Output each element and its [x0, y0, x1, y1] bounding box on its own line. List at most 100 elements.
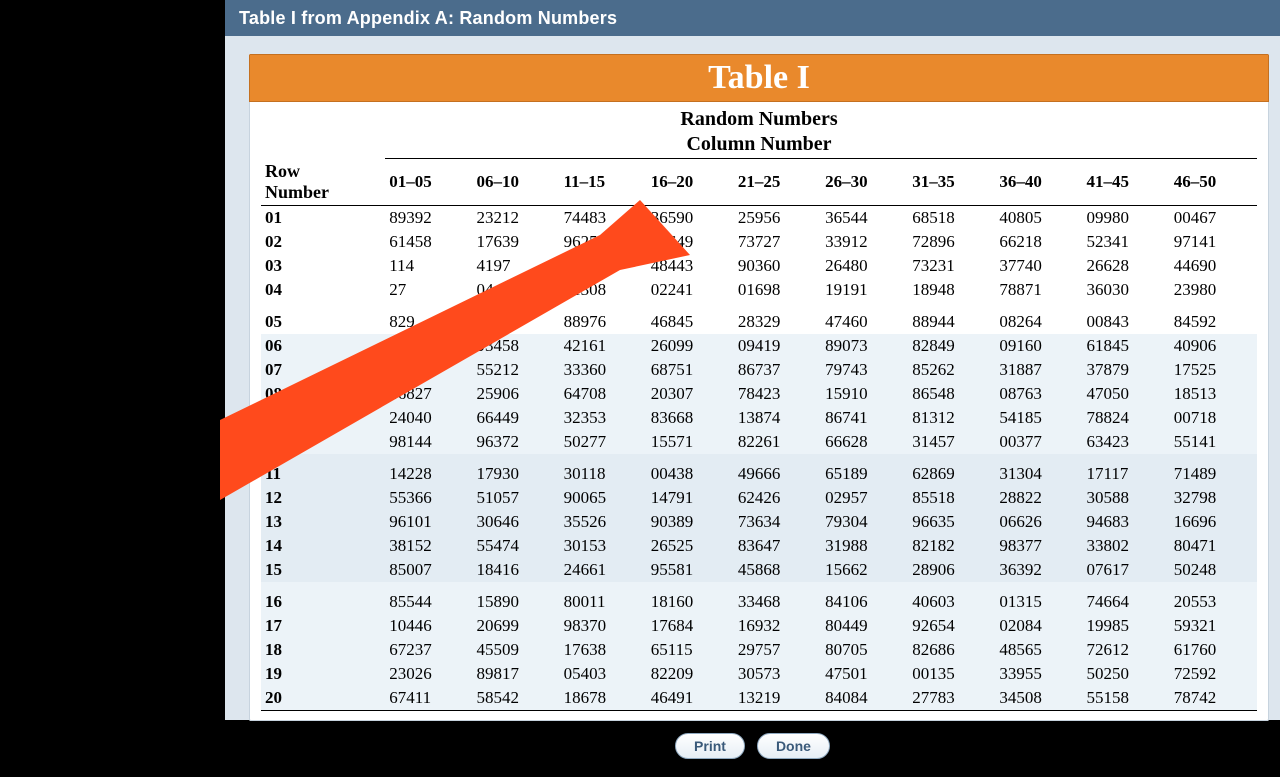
- cell: 96252: [560, 230, 647, 254]
- cell: 4197: [472, 254, 559, 278]
- cell: 00135: [908, 662, 995, 686]
- row-number: 20: [261, 686, 385, 711]
- cell: 08264: [995, 302, 1082, 334]
- cell: 50248: [1170, 558, 1257, 582]
- cell: 46845: [647, 302, 734, 334]
- cell: 68518: [908, 205, 995, 230]
- random-number-table: RowNumber 01–0506–1011–1516–2021–2526–30…: [261, 158, 1257, 711]
- cell: 20307: [647, 382, 734, 406]
- cell: 89817: [472, 662, 559, 686]
- cell: 15910: [821, 382, 908, 406]
- cell: 54185: [995, 406, 1082, 430]
- cell: 40603: [908, 582, 995, 614]
- cell: 82261: [734, 430, 821, 454]
- cell: 45509: [472, 638, 559, 662]
- print-button[interactable]: Print: [675, 733, 745, 759]
- cell: 92654: [908, 614, 995, 638]
- cell: 31887: [995, 358, 1082, 382]
- cell: 85518: [908, 486, 995, 510]
- cell: 46491: [647, 686, 734, 711]
- cell: 55212: [472, 358, 559, 382]
- cell: 61458: [385, 230, 472, 254]
- row-number: 07: [261, 358, 385, 382]
- cell: 58542: [472, 686, 559, 711]
- cell: 59109: [472, 302, 559, 334]
- row-number: 13: [261, 510, 385, 534]
- column-header: 16–20: [647, 159, 734, 206]
- table-row: 0427044293130802241016981919118948788713…: [261, 278, 1257, 302]
- row-number-header: RowNumber: [261, 159, 385, 206]
- cell: 78871: [995, 278, 1082, 302]
- cell: 30573: [734, 662, 821, 686]
- cell: 66628: [821, 430, 908, 454]
- cell: 829: [385, 302, 472, 334]
- cell: 17930: [472, 454, 559, 486]
- cell: 13874: [734, 406, 821, 430]
- cell: 23980: [1170, 278, 1257, 302]
- cell: 38152: [385, 534, 472, 558]
- cell: 33912: [821, 230, 908, 254]
- cell: 30588: [1083, 486, 1170, 510]
- cell: 13219: [734, 686, 821, 711]
- cell: 33955: [995, 662, 1082, 686]
- cell: 33360: [560, 358, 647, 382]
- cell: 28822: [995, 486, 1082, 510]
- cell: 73727: [734, 230, 821, 254]
- row-number: 12: [261, 486, 385, 510]
- cell: 79743: [821, 358, 908, 382]
- cell: 66449: [472, 406, 559, 430]
- cell: 98377: [995, 534, 1082, 558]
- cell: 80011: [560, 582, 647, 614]
- cell: 01698: [734, 278, 821, 302]
- cell: 65189: [821, 454, 908, 486]
- row-number: 02: [261, 230, 385, 254]
- cell: 55158: [1083, 686, 1170, 711]
- cell: 85262: [908, 358, 995, 382]
- cell: 08763: [995, 382, 1082, 406]
- cell: 14791: [647, 486, 734, 510]
- column-header: 26–30: [821, 159, 908, 206]
- cell: 31304: [995, 454, 1082, 486]
- cell: 86741: [821, 406, 908, 430]
- row-number: 14: [261, 534, 385, 558]
- cell: 46827: [385, 382, 472, 406]
- row-number: 17: [261, 614, 385, 638]
- column-header: 31–35: [908, 159, 995, 206]
- cell: 04429: [472, 278, 559, 302]
- cell: 32798: [1170, 486, 1257, 510]
- cell: 36030: [1083, 278, 1170, 302]
- cell: 14228: [385, 454, 472, 486]
- cell: 95581: [647, 558, 734, 582]
- cell: 51057: [472, 486, 559, 510]
- row-number: 09: [261, 406, 385, 430]
- cell: 25906: [472, 382, 559, 406]
- cell: 90360: [734, 254, 821, 278]
- cell: 67411: [385, 686, 472, 711]
- cell: 55366: [385, 486, 472, 510]
- cell: 07617: [1083, 558, 1170, 582]
- cell: 72592: [1170, 662, 1257, 686]
- cell: 80705: [821, 638, 908, 662]
- cell: 88944: [908, 302, 995, 334]
- cell: 24661: [560, 558, 647, 582]
- cell: 37879: [1083, 358, 1170, 382]
- cell: 36392: [995, 558, 1082, 582]
- done-button[interactable]: Done: [757, 733, 830, 759]
- cell: 44690: [1170, 254, 1257, 278]
- cell: 18513: [1170, 382, 1257, 406]
- cell: 15662: [821, 558, 908, 582]
- cell: 19191: [821, 278, 908, 302]
- cell: 64708: [560, 382, 647, 406]
- cell: 78824: [1083, 406, 1170, 430]
- cell: 31988: [821, 534, 908, 558]
- cell: 66218: [995, 230, 1082, 254]
- cell: 50250: [1083, 662, 1170, 686]
- cell: 73634: [734, 510, 821, 534]
- cell: 81902: [385, 334, 472, 358]
- cell: 45868: [734, 558, 821, 582]
- cell: 28906: [908, 558, 995, 582]
- cell: 42161: [560, 334, 647, 358]
- cell: 32353: [560, 406, 647, 430]
- cell: 15890: [472, 582, 559, 614]
- cell: 97141: [1170, 230, 1257, 254]
